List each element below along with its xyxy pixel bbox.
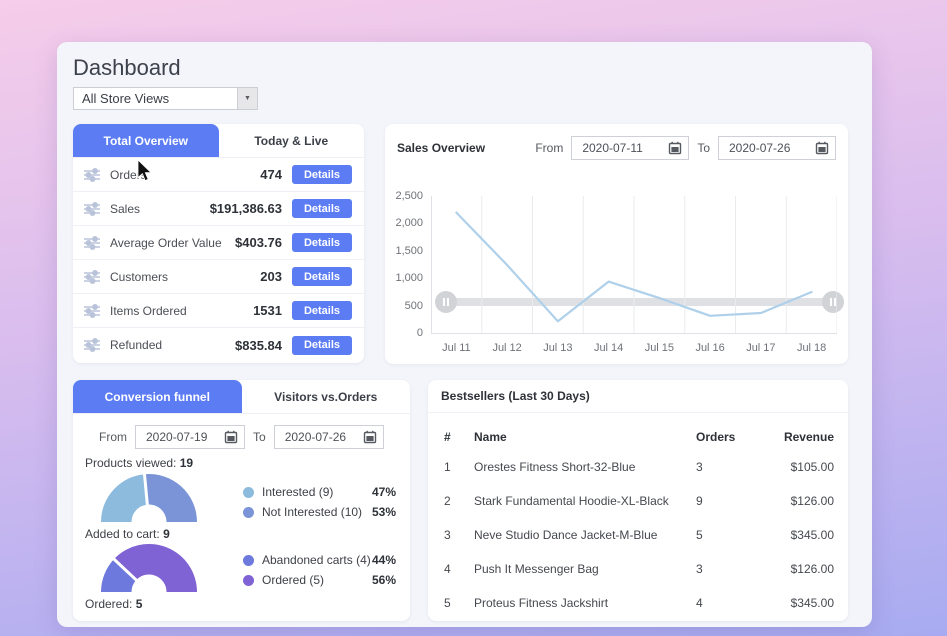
legend-dot-abandoned-carts <box>243 555 254 566</box>
table-row: 4Push It Messenger Bag3$126.00 <box>444 552 834 586</box>
table-row: 1Orestes Fitness Short-32-Blue3$105.00 <box>444 450 834 484</box>
col-header-name: Name <box>474 424 696 450</box>
from-label: From <box>535 141 563 155</box>
sales-line-chart: 2,5002,000 1,5001,000 5000 Jul 11Jul 12 … <box>395 196 840 364</box>
calendar-icon[interactable] <box>815 141 829 155</box>
funnel-from-date-value[interactable]: 2020-07-19 <box>146 430 207 444</box>
sliders-icon <box>83 236 101 250</box>
funnel-tabs: Conversion funnel Visitors vs.Orders <box>73 380 410 414</box>
dashboard-card: Dashboard All Store Views ▼ Total Overvi… <box>57 42 872 627</box>
bestsellers-panel: Bestsellers (Last 30 Days) # Name Orders… <box>428 380 848 621</box>
stage-added-to-cart: Added to cart: 9 <box>85 527 170 541</box>
calendar-icon[interactable] <box>668 141 682 155</box>
legend-dot-not-interested <box>243 507 254 518</box>
tab-total-overview[interactable]: Total Overview <box>73 124 219 157</box>
sliders-icon <box>83 168 101 182</box>
sales-to-date-value[interactable]: 2020-07-26 <box>729 141 790 155</box>
details-button[interactable]: Details <box>292 336 352 355</box>
details-button[interactable]: Details <box>292 301 352 320</box>
sliders-icon <box>83 304 101 318</box>
legend-dot-interested <box>243 487 254 498</box>
products-viewed-donut-chart <box>97 471 201 523</box>
table-row: 2Stark Fundamental Hoodie-XL-Black9$126.… <box>444 484 834 518</box>
metric-value: $403.76 <box>235 235 282 250</box>
metric-label: Sales <box>110 202 140 216</box>
metric-label: Items Ordered <box>110 304 187 318</box>
funnel-to-date-value[interactable]: 2020-07-26 <box>285 430 346 444</box>
store-view-value[interactable]: All Store Views <box>73 87 238 110</box>
metrics-list: Orders474DetailsSales$191,386.63DetailsA… <box>73 158 364 362</box>
metric-value: 1531 <box>253 303 282 318</box>
details-button[interactable]: Details <box>292 233 352 252</box>
metric-row-average-order-value: Average Order Value $403.76 Details <box>73 226 364 260</box>
metric-label: Average Order Value <box>110 236 222 250</box>
calendar-icon[interactable] <box>363 430 377 444</box>
page-title: Dashboard <box>73 55 181 81</box>
conversion-funnel-panel: Conversion funnel Visitors vs.Orders Fro… <box>73 380 410 621</box>
table-row: 3Neve Studio Dance Jacket-M-Blue5$345.00 <box>444 518 834 552</box>
table-header-row: # Name Orders Revenue <box>444 424 834 450</box>
sales-from-date-value[interactable]: 2020-07-11 <box>582 141 643 155</box>
to-label: To <box>253 430 266 444</box>
calendar-icon[interactable] <box>224 430 238 444</box>
sales-overview-panel: Sales Overview From 2020-07-11 To 2020-0… <box>385 124 848 364</box>
to-label: To <box>697 141 710 155</box>
legend-item: Not Interested (10) 53% <box>243 502 396 522</box>
bestsellers-title: Bestsellers (Last 30 Days) <box>441 389 590 403</box>
tab-visitors-vs-orders[interactable]: Visitors vs.Orders <box>242 380 411 413</box>
funnel-from-date-input[interactable]: 2020-07-19 <box>135 425 245 449</box>
total-overview-panel: Total Overview Today & Live Orders 474 Det… <box>73 124 364 363</box>
metric-value: 474 <box>260 167 282 182</box>
metric-row-items-ordered: Items Ordered 1531 Details <box>73 294 364 328</box>
from-label: From <box>99 430 127 444</box>
col-header-num: # <box>444 424 474 450</box>
details-button[interactable]: Details <box>292 165 352 184</box>
stage-products-viewed: Products viewed: 19 <box>85 456 193 470</box>
sales-overview-title: Sales Overview <box>397 141 485 155</box>
col-header-orders: Orders <box>696 424 756 450</box>
metric-label: Customers <box>110 270 168 284</box>
y-axis-labels: 2,5002,000 1,5001,000 5000 <box>395 196 423 334</box>
col-header-revenue: Revenue <box>756 424 834 450</box>
legend-dot-ordered <box>243 575 254 586</box>
details-button[interactable]: Details <box>292 199 352 218</box>
bestsellers-table: # Name Orders Revenue 1Orestes Fitness S… <box>444 424 834 620</box>
line-chart-plot <box>431 196 837 334</box>
legend-item: Interested (9) 47% <box>243 482 396 502</box>
tab-today-live[interactable]: Today & Live <box>219 124 365 157</box>
metric-label: Refunded <box>110 338 162 352</box>
table-row: 5Proteus Fitness Jackshirt4$345.00 <box>444 586 834 620</box>
stage-ordered: Ordered: 5 <box>85 597 142 611</box>
metric-row-refunded: Refunded $835.84 Details <box>73 328 364 362</box>
overview-tabs: Total Overview Today & Live <box>73 124 364 158</box>
metric-row-customers: Customers 203 Details <box>73 260 364 294</box>
sliders-icon <box>83 338 101 352</box>
metric-value: 203 <box>260 269 282 284</box>
store-view-select[interactable]: All Store Views ▼ <box>73 87 258 110</box>
sliders-icon <box>83 270 101 284</box>
metric-label: Orders <box>110 168 147 182</box>
sales-from-date-input[interactable]: 2020-07-11 <box>571 136 689 160</box>
x-axis-labels: Jul 11Jul 12 Jul 13Jul 14 Jul 15Jul 16 J… <box>431 342 837 354</box>
legend-item: Abandoned carts (4) 44% <box>243 550 396 570</box>
details-button[interactable]: Details <box>292 267 352 286</box>
metric-value: $191,386.63 <box>210 201 282 216</box>
added-to-cart-legend: Abandoned carts (4) 44% Ordered (5) 56% <box>243 550 396 590</box>
metric-value: $835.84 <box>235 338 282 353</box>
sales-to-date-input[interactable]: 2020-07-26 <box>718 136 836 160</box>
legend-item: Ordered (5) 56% <box>243 570 396 590</box>
sliders-icon <box>83 202 101 216</box>
chevron-down-icon[interactable]: ▼ <box>238 87 258 110</box>
funnel-to-date-input[interactable]: 2020-07-26 <box>274 425 384 449</box>
metric-row-sales: Sales $191,386.63 Details <box>73 192 364 226</box>
metric-row-orders: Orders 474 Details <box>73 158 364 192</box>
products-viewed-legend: Interested (9) 47% Not Interested (10) 5… <box>243 482 396 522</box>
tab-conversion-funnel[interactable]: Conversion funnel <box>73 380 242 413</box>
added-to-cart-donut-chart <box>97 541 201 593</box>
